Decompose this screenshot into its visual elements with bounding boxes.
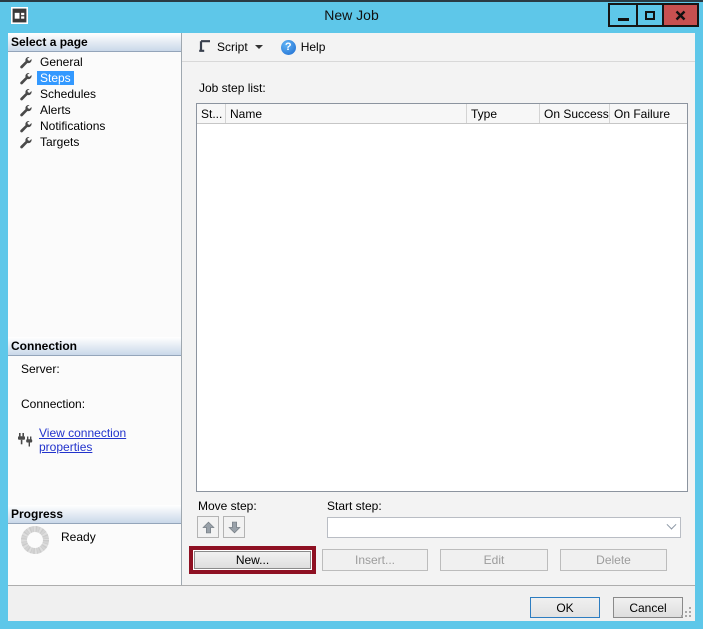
- column-header-on-success[interactable]: On Success: [540, 104, 610, 123]
- progress-spinner-icon: [19, 524, 51, 556]
- move-step-down-button[interactable]: [223, 516, 245, 538]
- footer: OK Cancel: [8, 585, 695, 621]
- sidebar-item-targets[interactable]: Targets: [8, 134, 181, 150]
- sidebar-item-steps[interactable]: Steps: [8, 70, 181, 86]
- new-job-dialog: New Job Select a page General Steps Sche…: [0, 0, 703, 629]
- start-step-label: Start step:: [327, 499, 382, 513]
- annotation-highlight-box: New...: [189, 546, 316, 574]
- close-icon: [675, 10, 686, 20]
- window-controls: [608, 3, 699, 27]
- delete-button[interactable]: Delete: [560, 549, 667, 571]
- window-title: New Job: [324, 7, 379, 23]
- close-button[interactable]: [662, 3, 699, 27]
- sidebar-item-notifications[interactable]: Notifications: [8, 118, 181, 134]
- combo-chevron-icon: [662, 519, 680, 531]
- main-panel: Script ? Help Job step list: St... Name …: [182, 33, 695, 585]
- help-button[interactable]: ? Help: [274, 36, 333, 59]
- minimize-icon: [617, 17, 629, 21]
- sidebar-item-label: General: [40, 55, 83, 69]
- select-page-header: Select a page: [8, 33, 181, 52]
- sidebar-item-label: Steps: [37, 71, 74, 85]
- script-button[interactable]: Script: [191, 35, 270, 60]
- sidebar-item-label: Notifications: [40, 119, 106, 133]
- wrench-icon: [18, 56, 32, 69]
- job-step-table: St... Name Type On Success On Failure: [196, 103, 688, 492]
- edit-button[interactable]: Edit: [440, 549, 548, 571]
- arrow-down-icon: [227, 521, 241, 533]
- toolbar: Script ? Help: [182, 33, 695, 62]
- view-connection-properties[interactable]: View connection properties: [17, 426, 181, 454]
- sidebar-item-label: Targets: [40, 135, 80, 149]
- server-label: Server:: [21, 362, 60, 376]
- start-step-combobox[interactable]: [327, 517, 681, 538]
- connection-header: Connection: [8, 337, 181, 356]
- resize-grip[interactable]: [681, 607, 692, 618]
- progress-status: Ready: [61, 530, 96, 544]
- column-header-st[interactable]: St...: [197, 104, 226, 123]
- script-label: Script: [217, 40, 248, 54]
- insert-button[interactable]: Insert...: [322, 549, 428, 571]
- help-label: Help: [300, 40, 326, 54]
- job-step-list-label: Job step list:: [199, 81, 266, 95]
- progress-header: Progress: [8, 505, 181, 524]
- sidebar-item-label: Alerts: [40, 103, 71, 117]
- view-connection-properties-link[interactable]: View connection properties: [39, 426, 181, 454]
- column-header-name[interactable]: Name: [226, 104, 467, 123]
- page-list: General Steps Schedules Alerts Notificat…: [8, 54, 181, 150]
- titlebar: New Job: [0, 2, 703, 30]
- sidebar-item-alerts[interactable]: Alerts: [8, 102, 181, 118]
- wrench-icon: [18, 136, 32, 149]
- wrench-icon: [18, 88, 32, 101]
- column-header-on-failure[interactable]: On Failure: [610, 104, 687, 123]
- wrench-icon: [18, 104, 32, 117]
- wrench-icon: [18, 120, 32, 133]
- move-step-label: Move step:: [198, 499, 257, 513]
- chevron-down-icon: [254, 45, 263, 49]
- move-step-up-button[interactable]: [197, 516, 219, 538]
- column-header-type[interactable]: Type: [467, 104, 540, 123]
- sidebar-item-schedules[interactable]: Schedules: [8, 86, 181, 102]
- script-icon: [198, 39, 212, 56]
- help-icon: ?: [280, 39, 296, 55]
- wrench-icon: [18, 72, 32, 85]
- table-header-row: St... Name Type On Success On Failure: [197, 104, 687, 124]
- maximize-button[interactable]: [636, 3, 664, 27]
- sidebar-item-general[interactable]: General: [8, 54, 181, 70]
- connection-plug-icon: [17, 432, 34, 448]
- sidebar-item-label: Schedules: [40, 87, 97, 101]
- arrow-up-icon: [201, 521, 215, 533]
- table-body[interactable]: [197, 124, 687, 491]
- maximize-icon: [645, 10, 655, 20]
- sidebar: Select a page General Steps Schedules Al…: [8, 33, 182, 585]
- connection-label: Connection:: [21, 397, 86, 411]
- new-button[interactable]: New...: [194, 551, 311, 569]
- cancel-button[interactable]: Cancel: [613, 597, 683, 618]
- minimize-button[interactable]: [608, 3, 638, 27]
- ok-button[interactable]: OK: [530, 597, 600, 618]
